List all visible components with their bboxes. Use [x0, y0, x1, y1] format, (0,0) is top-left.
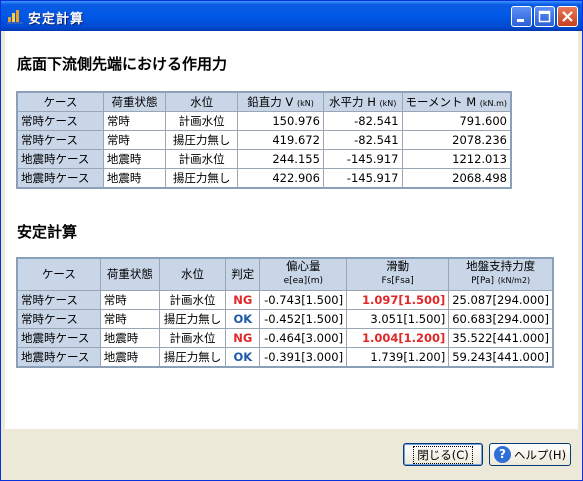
- table-cell: 2068.498: [401, 168, 512, 189]
- table-cell: 計画水位: [164, 111, 239, 131]
- table-cell: 地震時: [102, 149, 166, 169]
- table-cell: -0.452[1.500]: [259, 308, 348, 329]
- table-cell: 25.087[294.000]: [448, 289, 554, 310]
- table-cell: -0.391[3.000]: [259, 346, 348, 367]
- title-bar[interactable]: 安定計算: [1, 1, 582, 31]
- help-button-label: ヘルプ(H): [513, 447, 567, 462]
- table-cell: -0.743[1.500]: [259, 289, 348, 310]
- col-header-case: ケース: [16, 91, 104, 112]
- table-cell: 2078.236: [401, 130, 512, 150]
- col-header-moment: モーメント M (kN.m): [401, 91, 512, 112]
- section2-heading: 安定計算: [17, 223, 78, 241]
- table-cell: 地震時ケース: [16, 149, 104, 169]
- force-table: ケース 荷重状態 水位 鉛直力 V (kN) 水平力 H (kN) モーメント …: [16, 91, 512, 189]
- judgement-badge: OK: [225, 346, 261, 367]
- window-title: 安定計算: [28, 12, 85, 27]
- stability-table: ケース 荷重状態 水位 判定 偏心量 e[ea](m) 滑動 Fs[Fsa] 地盤支…: [16, 257, 554, 368]
- table-cell: -0.464[3.000]: [259, 327, 348, 348]
- table-row: 地震時ケース 地震時 揚圧力無し 422.906 -145.917 2068.498: [16, 168, 512, 189]
- table-cell: 揚圧力無し: [159, 346, 227, 367]
- table-cell: 常時ケース: [16, 308, 101, 329]
- table-cell: 揚圧力無し: [164, 130, 239, 150]
- table-cell: 地震時ケース: [16, 327, 101, 348]
- col-header-eccentricity: 偏心量 e[ea](m): [259, 257, 348, 291]
- table-cell: 計画水位: [159, 327, 227, 348]
- close-icon: [562, 11, 573, 22]
- judgement-badge: NG: [225, 327, 261, 348]
- col-header-horizontal: 水平力 H (kN): [322, 91, 403, 112]
- minimize-button[interactable]: [511, 6, 532, 27]
- table-cell: 1212.013: [401, 149, 512, 169]
- table-header-row: ケース 荷重状態 水位 鉛直力 V (kN) 水平力 H (kN) モーメント …: [16, 91, 512, 112]
- table-row: 常時ケース 常時 揚圧力無し OK -0.452[1.500] 3.051[1.500] 6…: [16, 308, 554, 329]
- close-button-label: 閉じる(C): [413, 445, 473, 464]
- close-window-button[interactable]: [557, 6, 578, 27]
- maximize-button[interactable]: [534, 6, 555, 27]
- col-header-sliding: 滑動 Fs[Fsa]: [346, 257, 450, 291]
- table-cell: 常時: [99, 308, 161, 329]
- app-icon: [7, 10, 23, 24]
- table-cell: -145.917: [322, 149, 403, 169]
- table-row: 常時ケース 常時 揚圧力無し 419.672 -82.541 2078.236: [16, 130, 512, 150]
- col-header-case: ケース: [16, 257, 101, 291]
- table-cell: 揚圧力無し: [164, 168, 239, 189]
- table-cell: 常時: [102, 130, 166, 150]
- table-cell: 地震時ケース: [16, 346, 101, 367]
- table-row: 常時ケース 常時 計画水位 NG -0.743[1.500] 1.097[1.500] 25…: [16, 289, 554, 310]
- table-row: 地震時ケース 地震時 揚圧力無し OK -0.391[3.000] 1.739[1.200…: [16, 346, 554, 367]
- table-cell: 常時: [102, 111, 166, 131]
- table-cell: 422.906: [237, 168, 324, 189]
- col-header-water: 水位: [159, 257, 227, 291]
- table-cell: 地震時: [99, 327, 161, 348]
- table-cell: 常時ケース: [16, 111, 104, 131]
- section1-heading: 底面下流側先端における作用力: [17, 55, 228, 73]
- table-cell: 1.739[1.200]: [346, 346, 450, 367]
- table-cell: 地震時ケース: [16, 168, 104, 189]
- table-row: 地震時ケース 地震時 計画水位 NG -0.464[3.000] 1.004[1.200]…: [16, 327, 554, 348]
- table-cell: 1.004[1.200]: [346, 327, 450, 348]
- close-button[interactable]: 閉じる(C): [403, 443, 483, 466]
- col-header-water: 水位: [164, 91, 239, 112]
- table-cell: 35.522[441.000]: [448, 327, 554, 348]
- help-icon: ?: [493, 446, 511, 463]
- table-cell: -145.917: [322, 168, 403, 189]
- col-header-judge: 判定: [225, 257, 261, 291]
- table-cell: 60.683[294.000]: [448, 308, 554, 329]
- table-cell: 1.097[1.500]: [346, 289, 450, 310]
- dialog-window: 安定計算 底面下流側先端における作用力 ケース 荷重状態 水位 鉛直力 V (k…: [0, 0, 583, 481]
- table-cell: 150.976: [237, 111, 324, 131]
- table-cell: 常時: [99, 289, 161, 310]
- maximize-icon: [538, 10, 551, 23]
- table-cell: -82.541: [322, 111, 403, 131]
- col-header-bearing: 地盤支持力度 P[Pa] (kN/m2): [448, 257, 554, 291]
- table-cell: -82.541: [322, 130, 403, 150]
- table-cell: 計画水位: [159, 289, 227, 310]
- table-cell: 419.672: [237, 130, 324, 150]
- judgement-badge: OK: [225, 308, 261, 329]
- minimize-icon: [517, 19, 524, 22]
- table-cell: 791.600: [401, 111, 512, 131]
- table-cell: 常時ケース: [16, 130, 104, 150]
- table-row: 地震時ケース 地震時 計画水位 244.155 -145.917 1212.013: [16, 149, 512, 169]
- judgement-badge: NG: [225, 289, 261, 310]
- table-cell: 地震時: [102, 168, 166, 189]
- col-header-load: 荷重状態: [102, 91, 166, 112]
- table-cell: 244.155: [237, 149, 324, 169]
- table-cell: 地震時: [99, 346, 161, 367]
- table-cell: 計画水位: [164, 149, 239, 169]
- table-header-row: ケース 荷重状態 水位 判定 偏心量 e[ea](m) 滑動 Fs[Fsa] 地盤支…: [16, 257, 554, 291]
- table-row: 常時ケース 常時 計画水位 150.976 -82.541 791.600: [16, 111, 512, 131]
- col-header-load: 荷重状態: [99, 257, 161, 291]
- table-cell: 59.243[441.000]: [448, 346, 554, 367]
- col-header-vertical: 鉛直力 V (kN): [237, 91, 324, 112]
- content-panel: 底面下流側先端における作用力 ケース 荷重状態 水位 鉛直力 V (kN) 水平…: [5, 31, 578, 429]
- help-button[interactable]: ? ヘルプ(H): [489, 443, 571, 466]
- table-cell: 常時ケース: [16, 289, 101, 310]
- table-cell: 揚圧力無し: [159, 308, 227, 329]
- table-cell: 3.051[1.500]: [346, 308, 450, 329]
